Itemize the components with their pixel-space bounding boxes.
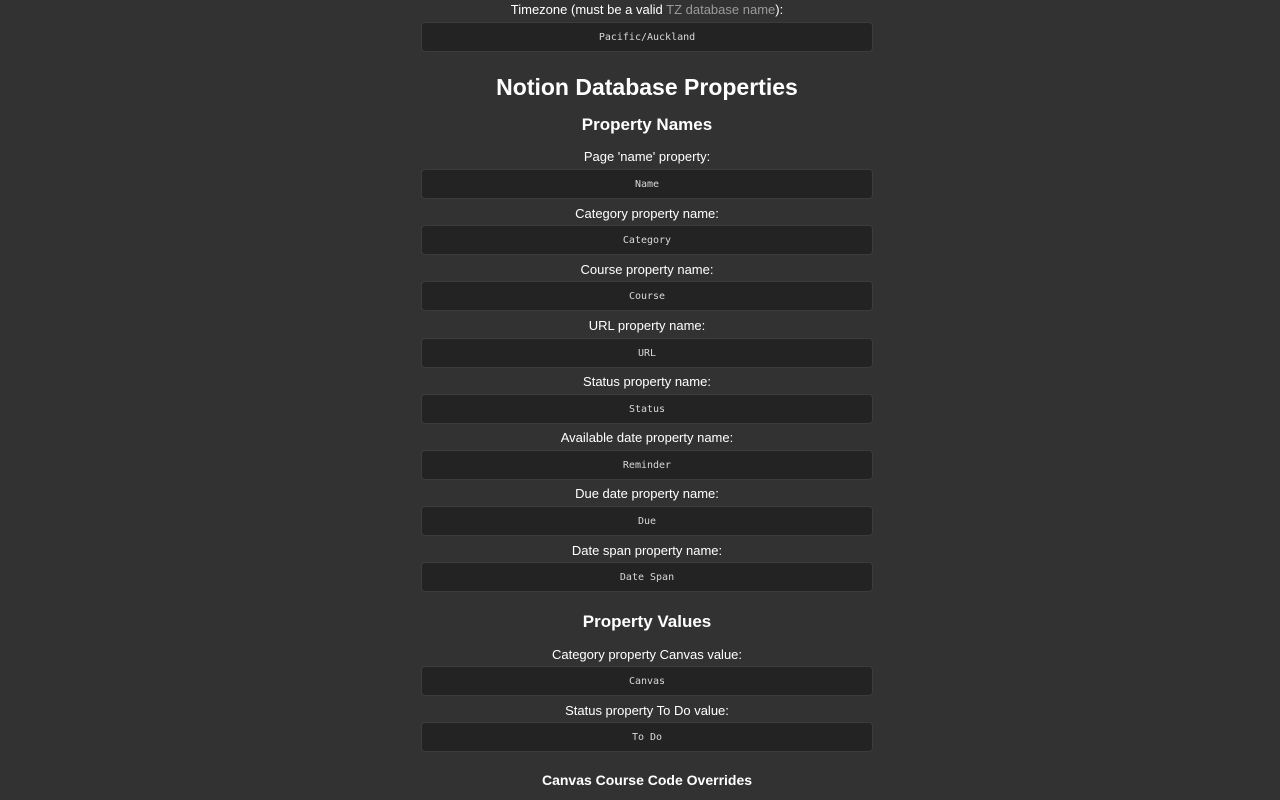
tz-database-link[interactable]: TZ database name xyxy=(666,2,775,17)
date-span-property-input[interactable]: Date Span xyxy=(421,562,873,592)
property-names-heading: Property Names xyxy=(581,115,713,134)
available-date-property-label: Available date property name: xyxy=(560,430,734,445)
category-property-label: Category property name: xyxy=(575,206,719,221)
available-date-property-input[interactable]: Reminder xyxy=(421,450,873,480)
course-code-overrides-heading: Canvas Course Code Overrides xyxy=(541,772,753,788)
property-values-heading: Property Values xyxy=(582,612,712,631)
category-canvas-value-label: Category property Canvas value: xyxy=(551,647,743,662)
url-property-label: URL property name: xyxy=(588,318,706,333)
name-property-label: Page 'name' property: xyxy=(583,149,711,164)
name-property-input[interactable]: Name xyxy=(421,169,873,199)
notion-section-title: Notion Database Properties xyxy=(496,74,798,100)
course-property-label: Course property name: xyxy=(580,262,714,277)
due-date-property-label: Due date property name: xyxy=(575,486,719,501)
due-date-property-input[interactable]: Due xyxy=(421,506,873,536)
category-property-input[interactable]: Category xyxy=(421,225,873,255)
settings-column: Timezone (must be a valid TZ database na… xyxy=(421,0,873,800)
timezone-label: Timezone (must be a valid TZ database na… xyxy=(421,1,873,19)
category-canvas-value-input[interactable]: Canvas xyxy=(421,666,873,696)
status-todo-value-label: Status property To Do value: xyxy=(565,703,729,718)
status-property-input[interactable]: Status xyxy=(421,394,873,424)
date-span-property-label: Date span property name: xyxy=(571,543,723,558)
timezone-label-prefix: Timezone (must be a valid xyxy=(510,2,667,17)
timezone-label-suffix: ): xyxy=(775,2,784,17)
status-todo-value-input[interactable]: To Do xyxy=(421,722,873,752)
url-property-input[interactable]: URL xyxy=(421,338,873,368)
timezone-input[interactable]: Pacific/Auckland xyxy=(421,22,873,52)
settings-page: Timezone (must be a valid TZ database na… xyxy=(0,0,1280,800)
course-property-input[interactable]: Course xyxy=(421,281,873,311)
status-property-label: Status property name: xyxy=(583,374,711,389)
